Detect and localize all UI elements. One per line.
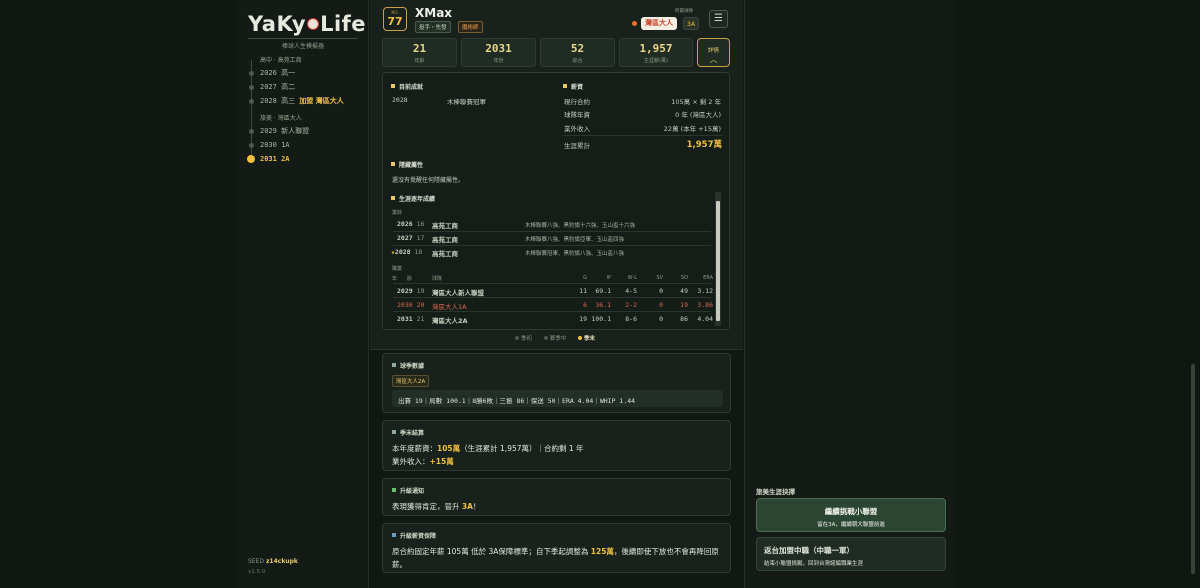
menu-button[interactable]: ☰ [709,10,728,28]
salary-title: 薪資 [563,82,583,91]
stat-year: 2031 年份 [461,38,536,67]
timeline-item[interactable]: 2026 高一 [248,66,368,80]
season-end-salary: 本年度薪資：105萬（生涯累計 1,957萬）｜合約剩 1 年 [392,444,584,453]
season-phase: 季初 賽季中 季末 [515,334,605,342]
stat-overall: 52 綜合 [540,38,615,67]
type-tag: 魔術師 [458,21,483,33]
sidebar: YaKy Life 棒球人生模擬器 高中 · 高苑工商 2026 高一 2027 … [236,0,369,588]
salary-guarantee-title: 升級薪資保障 [392,531,436,540]
hidden-attr-text: 還沒有覺醒任何隱藏屬性。 [392,177,465,184]
career-title: 生涯逐年成績 [391,194,435,203]
salary-guarantee-box: 升級薪資保障 原合約固定年薪 105萬 低於 3A保障標準；自下季起調整為 12… [382,523,731,573]
note-cell: 木棒聯賽冠軍、黑豹旗八強、玉山盃八強 [525,251,625,257]
timeline-dot [249,99,254,104]
return-cpbl-button[interactable]: 返台加盟中職（中職一軍） 結束小聯盟挑戰，回到台灣諾編職業生涯 [756,537,946,571]
salary-value: 22萬 (本年 +15萬) [663,125,721,133]
level-badge: 3A [683,17,699,30]
version: v1.5.0 [248,569,266,575]
timeline-dot [249,85,254,90]
promotion-box: 升級通知 表現獲得肯定，晉升 3A！ [382,478,731,516]
achievement-text: 木棒聯賽冠軍 [447,98,486,106]
player-name: XMax [415,6,453,20]
pro-label: 職業 [392,266,403,272]
salary-label: 球隊年資 [564,111,590,119]
choice-title: 旅美生涯抉擇 [756,488,795,496]
position-tag: 投手・先發 [415,21,451,33]
app-logo: YaKy Life [248,12,367,36]
stat-age: 21 年齡 [382,38,457,67]
season-stats-line: 出賽 19｜局數 100.1｜8勝6敗｜三振 86｜保送 50｜ERA 4.04… [392,390,723,407]
timeline-dot [249,129,254,134]
details-toggle-button[interactable]: 詳情 ︿ [697,38,730,67]
timeline-item[interactable]: 2028 高三 加盟 灣區大人 [248,94,368,108]
timeline-item[interactable]: 2030 1A [248,138,368,152]
salary-label: 現行合約 [564,98,590,106]
choice-panel: 旅美生涯抉擇 繼續挑戰小聯盟 留在3A，繼續朝大聯盟前進 返台加盟中職（中職一軍… [744,0,956,588]
current-marker-icon [247,155,255,163]
note-cell: 木棒聯賽八強、黑豹旗十六強、玉山盃十六強 [525,223,636,229]
main-panel: NO. 77 XMax 投手・先發 魔術師 所屬球隊 灣區大人 3A ☰ 21 年… [370,0,743,588]
season-end-title: 季末結算 [392,428,424,437]
player-panel: NO. 77 XMax 投手・先發 魔術師 所屬球隊 灣區大人 3A ☰ 21 年… [370,0,743,350]
team-label: 所屬球隊 [675,9,693,14]
team-cell: 高苑工商 [432,236,458,244]
season-team-tag: 灣區大人2A [392,375,430,387]
season-stats-box: 球季數據 灣區大人2A 出賽 19｜局數 100.1｜8勝6敗｜三振 86｜保送… [382,353,731,413]
salary-value: 105萬 × 剩 2 年 [671,98,721,106]
season-end-income: 業外收入：+15萬 [392,457,454,466]
seed-info: SEED z14ckupk [248,558,298,565]
team-cell: 高苑工商 [432,222,458,230]
phase-early: 季初 [515,336,537,342]
team-cell: 高苑工商 [432,250,458,258]
timeline-dot [249,143,254,148]
promotion-text: 表現獲得肯定，晉升 3A！ [392,502,481,511]
achievement-year: 2028 [392,96,408,104]
app-subtitle: 棒球人生模擬器 [248,38,358,50]
salary-total-value: 1,957萬 [686,140,722,150]
page-scrollbar[interactable] [1191,364,1195,574]
note-cell: 木棒聯賽八強、黑豹旗亞軍、玉山盃四強 [525,237,625,243]
timeline-dot [249,71,254,76]
promotion-title: 升級通知 [392,486,424,495]
achievement-title: 目前成就 [391,82,423,91]
team-color-dot [632,21,637,26]
phase-end: 季末 [578,336,600,342]
table-scrollbar-thumb[interactable] [716,201,720,321]
phase-mid: 賽季中 [543,336,572,342]
season-end-box: 季末結算 本年度薪資：105萬（生涯累計 1,957萬）｜合約剩 1 年 業外收… [382,420,731,471]
stat-bar: 21 年齡 2031 年份 52 綜合 1,957 生涯薪(萬) 詳情 ︿ [382,38,732,67]
jersey-number: NO. 77 [383,7,407,31]
continue-minor-league-button[interactable]: 繼續挑戰小聯盟 留在3A，繼續朝大聯盟前進 [756,498,946,532]
hamburger-icon: ☰ [714,13,723,24]
timeline-section: 旅美 · 灣區大人 [260,115,302,122]
baseball-icon [307,18,320,30]
chevron-up-icon: ︿ [709,55,718,64]
timeline-section: 高中 · 高苑工商 [260,57,302,64]
salary-label: 業外收入 [564,125,590,133]
team-badge[interactable]: 灣區大人 [641,17,677,30]
career-timeline: 高中 · 高苑工商 2026 高一 2027 高二 2028 高三 加盟 灣區大… [247,56,368,166]
timeline-item-current[interactable]: 2031 2A [247,152,368,166]
timeline-item[interactable]: 2027 高二 [248,80,368,94]
salary-value: 0 年 (灣區大人) [675,111,721,119]
season-stats-title: 球季數據 [392,361,424,370]
amateur-label: 業餘 [392,210,403,216]
salary-guarantee-text: 原合約固定年薪 105萬 低於 3A保障標準；自下季起調整為 125萬，後續即使… [392,547,719,569]
stat-career-salary: 1,957 生涯薪(萬) [619,38,693,67]
salary-total-label: 生涯累計 [564,142,590,150]
details-card: 目前成就 2028 木棒聯賽冠軍 薪資 現行合約 105萬 × 剩 2 年 球隊… [382,72,730,330]
hidden-attr-title: 隱藏屬性 [391,160,423,169]
timeline-item[interactable]: 2029 新人聯盟 [248,124,368,138]
